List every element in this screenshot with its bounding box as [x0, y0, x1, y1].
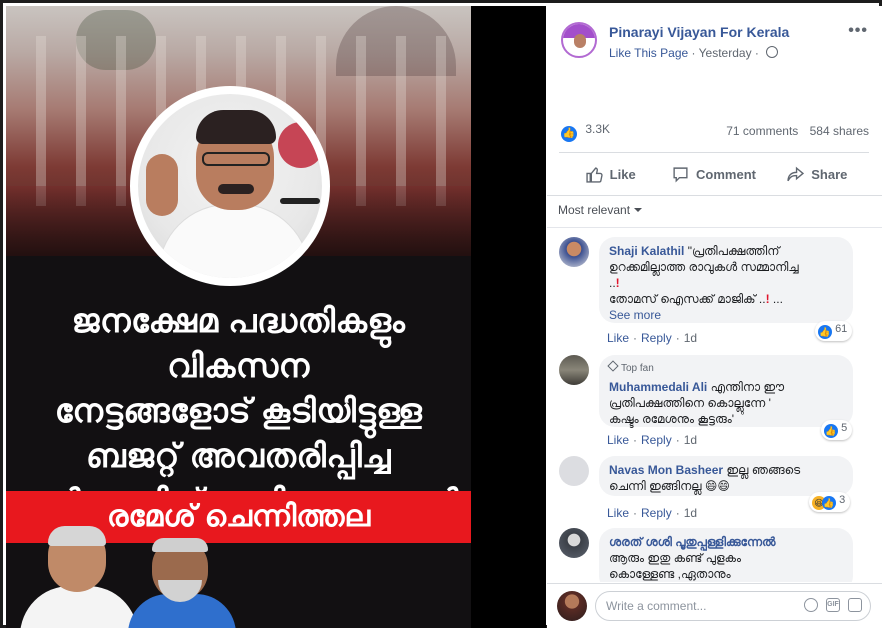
comment-time[interactable]: 1d [684, 331, 697, 345]
comment-bubble: Shaji Kalathil "പ്രതിപക്ഷത്തിന് ഉറക്കമില… [599, 237, 853, 323]
sort-label: Most relevant [558, 203, 631, 217]
finance-minister-photo [128, 538, 236, 628]
comment-text: ആരും ഇതു കണ്ട് പുളകം [609, 551, 741, 565]
comment-button-label: Comment [696, 166, 756, 182]
like-icon: 👍 [822, 496, 836, 510]
comment-text: .. [609, 276, 616, 290]
comment-like-link[interactable]: Like [607, 433, 629, 447]
like-icon [586, 166, 603, 183]
comment-text: ... [769, 292, 783, 306]
comment-bubble: Navas Mon Basheer ഇല്ല ഞങ്ങടെ ചെന്നി ഇങ്… [599, 456, 853, 496]
emoji-icon[interactable] [804, 598, 818, 612]
page-name[interactable]: Pinarayi Vijayan For Kerala [609, 24, 789, 40]
photo-area[interactable]: ജനക്ഷേമ പദ്ധതികളും വികസന നേട്ടങ്ങളോട് കൂ… [6, 6, 546, 628]
comment-reactions[interactable]: 😆👍 3 [809, 492, 851, 512]
comment-reply-link[interactable]: Reply [641, 433, 672, 447]
like-button-label: Like [609, 166, 636, 182]
comment-author[interactable]: ശരത് ശശി പൂതുപ്പള്ളിക്കുന്നേൽ [609, 534, 843, 550]
reactions-summary: 👍 3.3K 71 comments 584 shares [561, 122, 869, 142]
viewer-frame: ജനക്ഷേമ പദ്ധതികളും വികസന നേട്ടങ്ങളോട് കൂ… [0, 0, 882, 629]
comment-text: "പ്രതിപക്ഷത്തിന് [687, 244, 780, 258]
comment-reaction-count: 61 [835, 323, 848, 335]
commenter-avatar[interactable] [559, 355, 589, 385]
comment-text: ഉറക്കമില്ലാത്ത രാവുകൾ സമ്മാനിച്ച [609, 260, 799, 274]
comment-composer: Write a comment... GIF [547, 583, 882, 629]
see-more-link[interactable]: See more [609, 307, 843, 323]
comment-text: തോമസ് ഐസക്ക് മാജിക് .. [609, 292, 766, 306]
comment-reply-link[interactable]: Reply [641, 331, 672, 345]
comment-text: കഷ്ടം രമേശനും കൂട്ടരും' [609, 412, 735, 426]
diamond-icon [607, 360, 619, 372]
like-button[interactable]: Like [559, 158, 662, 190]
headline-line: നേട്ടങ്ങളോട് കൂടിയിട്ടുള്ള [54, 392, 423, 429]
poster-headline: ജനക്ഷേമ പദ്ധതികളും വികസന നേട്ടങ്ങളോട് കൂ… [6, 298, 471, 523]
comment-bubble: Top fan Muhammedali Ali എന്തിനാ ഈ പ്രതിപ… [599, 355, 853, 427]
comment-input-placeholder: Write a comment... [606, 599, 707, 613]
more-icon[interactable]: ••• [848, 22, 868, 40]
share-icon [787, 166, 805, 181]
comment-reactions[interactable]: 👍 5 [821, 420, 853, 440]
comment-author[interactable]: Shaji Kalathil [609, 244, 684, 258]
like-icon[interactable]: 👍 [561, 126, 577, 142]
sticker-icon[interactable] [848, 598, 862, 612]
comment-actions: Like · Reply · 1d [607, 433, 698, 447]
comment-author[interactable]: Muhammedali Ali [609, 380, 707, 394]
current-user-avatar [557, 591, 587, 621]
divider [547, 227, 882, 228]
commenter-avatar[interactable] [559, 456, 589, 486]
headline-line: ബജറ്റ് അവതരിപ്പിച്ച [86, 437, 391, 474]
divider [559, 152, 869, 153]
post-sidebar: Pinarayi Vijayan For Kerala Like This Pa… [547, 6, 882, 629]
share-button[interactable]: Share [766, 158, 869, 190]
comment-bubble: ശരത് ശശി പൂതുപ്പള്ളിക്കുന്നേൽ ആരും ഇതു ക… [599, 528, 853, 582]
comment-item: ശരത് ശശി പൂതുപ്പള്ളിക്കുന്നേൽ ആരും ഇതു ക… [557, 528, 867, 582]
comment-reactions[interactable]: 👍 61 [815, 321, 853, 341]
comment-time[interactable]: 1d [684, 506, 697, 520]
comment-reply-link[interactable]: Reply [641, 506, 672, 520]
comment-reaction-count: 3 [839, 494, 846, 506]
comment-text: ചെന്നി ഇങ്ങിനല്ല 😄😄 [609, 479, 730, 493]
headline-line: ജനക്ഷേമ പദ്ധതികളും വികസന [71, 302, 406, 384]
comment-text: എന്തിനാ ഈ [710, 380, 785, 394]
leader-portrait [130, 86, 330, 286]
comment-button[interactable]: Comment [662, 158, 765, 190]
comment-text: പ്രതിപക്ഷത്തിനെ കൊല്ലുന്നേ ' [609, 396, 771, 410]
comment-text: കൊള്ളേണ്ട ,ഏതാനും [609, 567, 731, 581]
post-time[interactable]: Yesterday [699, 46, 752, 60]
comment-author[interactable]: Navas Mon Basheer [609, 463, 723, 477]
commenter-avatar[interactable] [559, 528, 589, 558]
exclamation-icon: ! [615, 276, 620, 290]
poster-image: ജനക്ഷേമ പദ്ധതികളും വികസന നേട്ടങ്ങളോട് കൂ… [6, 6, 471, 628]
comment-reaction-count: 5 [841, 422, 848, 434]
comment-actions: Like · Reply · 1d [607, 331, 698, 345]
globe-icon [766, 46, 779, 58]
caret-down-icon [634, 208, 643, 212]
like-page-link[interactable]: Like This Page [609, 46, 688, 60]
page-avatar[interactable] [561, 22, 597, 58]
like-icon: 👍 [824, 424, 838, 438]
comment-input[interactable]: Write a comment... GIF [595, 591, 871, 621]
post-meta: Like This Page · Yesterday · [609, 46, 779, 60]
reaction-count[interactable]: 3.3K [585, 122, 610, 136]
comment-like-link[interactable]: Like [607, 331, 629, 345]
comment-icon [673, 166, 688, 183]
comment-actions: Like · Reply · 1d [607, 506, 698, 520]
comment-time[interactable]: 1d [684, 433, 697, 447]
post-actions: Like Comment Share [559, 158, 869, 190]
gif-icon[interactable]: GIF [826, 598, 840, 612]
commenter-avatar[interactable] [559, 237, 589, 267]
divider [547, 195, 882, 196]
comment-text: ഇല്ല ഞങ്ങടെ [726, 463, 801, 477]
shares-count[interactable]: 584 shares [810, 124, 869, 138]
comments-count[interactable]: 71 comments [726, 124, 798, 138]
sort-dropdown[interactable]: Most relevant [558, 203, 643, 217]
top-fan-badge: Top fan [607, 360, 843, 377]
comment-like-link[interactable]: Like [607, 506, 629, 520]
share-button-label: Share [811, 166, 848, 182]
chief-minister-photo [20, 526, 138, 628]
like-icon: 👍 [818, 325, 832, 339]
